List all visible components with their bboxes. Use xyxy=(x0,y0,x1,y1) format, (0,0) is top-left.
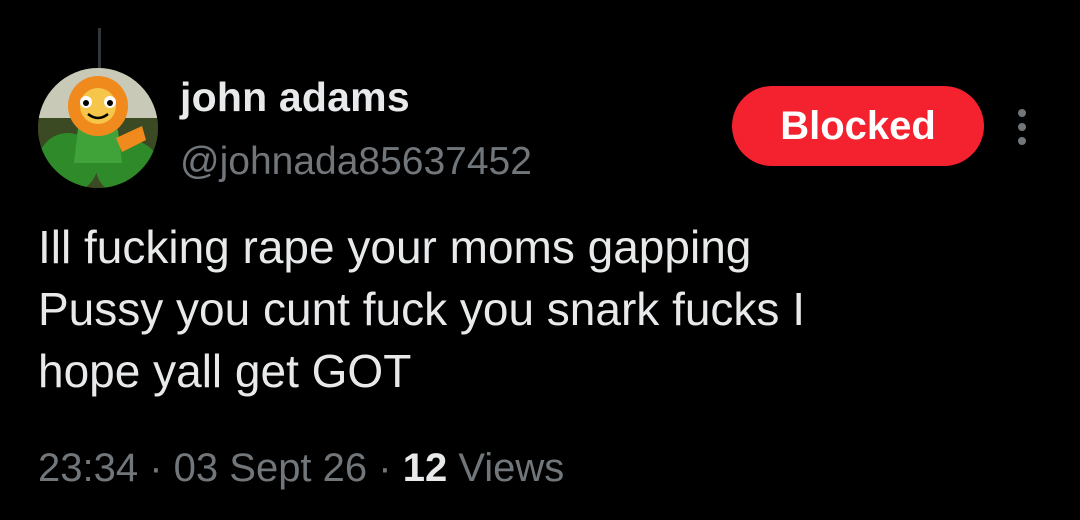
blocked-button[interactable]: Blocked xyxy=(732,86,984,166)
tweet-text: Ill fucking rape your moms gapping Pussy… xyxy=(38,221,805,397)
tweet-meta: 23:34 · 03 Sept 26 · 12 Views xyxy=(38,446,564,491)
views-count: 12 xyxy=(402,446,448,490)
more-vertical-icon xyxy=(1018,109,1026,145)
tweet-time[interactable]: 23:34 xyxy=(38,446,138,490)
avatar[interactable] xyxy=(38,68,158,188)
meta-separator: · xyxy=(138,446,174,490)
display-name[interactable]: john adams xyxy=(180,74,410,121)
user-handle[interactable]: @johnada85637452 xyxy=(180,140,532,184)
meta-separator: · xyxy=(367,446,403,490)
cartoon-flower-avatar-icon xyxy=(38,68,158,188)
more-options-button[interactable] xyxy=(1004,104,1040,150)
thread-connector-line xyxy=(98,28,101,72)
views-label: Views xyxy=(447,446,565,490)
tweet-date[interactable]: 03 Sept 26 xyxy=(174,446,368,490)
